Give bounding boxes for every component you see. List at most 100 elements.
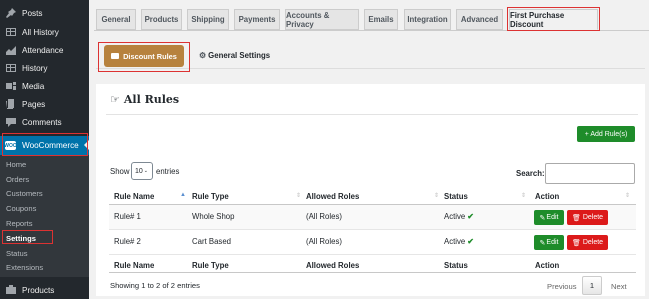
sidebar-item-pages[interactable]: Pages [0, 95, 89, 113]
rule-name-cell: Rule# 2 [114, 237, 141, 246]
sidebar-item-comments[interactable]: Comments [0, 113, 89, 131]
status-text: Active [444, 212, 466, 221]
subtabs-divider [96, 68, 645, 69]
entries-label: entries [156, 167, 180, 176]
edit-button[interactable]: ✎ Edit [534, 235, 564, 250]
sidebar-item-products[interactable]: Products [0, 281, 89, 299]
submenu-item-customers[interactable]: Customers [6, 189, 43, 198]
status-cell: Active ✔ [444, 212, 474, 221]
sort-icon[interactable]: ⇕ [296, 192, 301, 199]
tab-accounts-privacy[interactable]: Accounts & Privacy [285, 9, 359, 30]
sidebar-item-woocommerce[interactable]: WOO WooCommerce [0, 136, 89, 155]
column-header-rule-name[interactable]: Rule Name [114, 192, 154, 201]
table-icon [5, 27, 16, 38]
sort-icon[interactable]: ⇕ [434, 192, 439, 199]
chart-icon [5, 45, 16, 56]
rules-panel [96, 84, 645, 296]
page-title-text: All Rules [123, 93, 180, 106]
general-settings-link[interactable]: ⚙ General Settings [199, 51, 270, 60]
delete-label: Delete [582, 239, 604, 246]
sidebar-item-media[interactable]: Media [0, 77, 89, 95]
footer-header-rule-name: Rule Name [114, 261, 155, 270]
column-header-allowed-roles[interactable]: Allowed Roles [306, 192, 359, 201]
sidebar-item-history[interactable]: History [0, 59, 89, 77]
edit-label: Edit [546, 214, 559, 221]
chevron-down-icon: ⌄ [143, 168, 148, 174]
tab-emails[interactable]: Emails [364, 9, 398, 30]
admin-sidebar: Posts All History Attendance History Med… [0, 0, 89, 299]
active-arrow-icon [84, 140, 89, 150]
title-divider [106, 114, 638, 115]
rule-type-cell: Cart Based [192, 237, 232, 246]
submenu-item-extensions[interactable]: Extensions [6, 263, 43, 272]
footer-header-allowed-roles: Allowed Roles [306, 261, 360, 270]
row-divider [109, 254, 636, 255]
show-label: Show [110, 167, 130, 176]
status-text: Active [444, 237, 466, 246]
entries-value: 10 [135, 167, 143, 175]
rule-type-cell: Whole Shop [192, 212, 235, 221]
discount-rules-button[interactable]: Discount Rules [104, 45, 184, 67]
products-icon [5, 285, 16, 296]
sort-asc-icon[interactable]: ▲ [180, 192, 186, 198]
sort-icon[interactable]: ⇕ [521, 192, 526, 199]
add-rule-button[interactable]: + Add Rule(s) [577, 126, 635, 142]
footer-header-status: Status [444, 261, 468, 270]
delete-button[interactable]: 🗑 Delete [567, 235, 608, 250]
tab-advanced[interactable]: Advanced [456, 9, 503, 30]
sidebar-item-label: Posts [22, 8, 43, 18]
tab-integration[interactable]: Integration [404, 9, 451, 30]
footer-header-action: Action [535, 261, 560, 270]
search-label: Search: [516, 169, 545, 178]
table-footer-divider [109, 272, 636, 273]
page-1-button[interactable]: 1 [582, 276, 602, 295]
edit-icon: ✎ [539, 239, 546, 247]
delete-button[interactable]: 🗑 Delete [567, 210, 608, 225]
column-header-action[interactable]: Action [535, 192, 559, 201]
sidebar-item-label: All History [22, 27, 59, 37]
general-settings-label: General Settings [208, 51, 271, 60]
trash-icon: 🗑 [571, 214, 581, 222]
search-input[interactable] [545, 163, 635, 184]
trash-icon: 🗑 [571, 239, 581, 247]
submenu-item-status[interactable]: Status [6, 249, 28, 258]
next-page-button[interactable]: Next [611, 282, 627, 291]
column-header-status[interactable]: Status [444, 192, 468, 201]
edit-button[interactable]: ✎ Edit [534, 210, 564, 225]
sidebar-item-label: Pages [22, 99, 46, 109]
sidebar-item-attendance[interactable]: Attendance [0, 41, 89, 59]
briefcase-icon [111, 53, 120, 59]
sidebar-item-posts[interactable]: Posts [0, 4, 89, 22]
edit-icon: ✎ [539, 214, 546, 222]
tab-payments[interactable]: Payments [234, 9, 280, 30]
hand-pointer-icon: ☞ [110, 93, 120, 106]
submenu-item-reports[interactable]: Reports [6, 219, 33, 228]
check-icon: ✔ [467, 212, 474, 221]
edit-label: Edit [546, 239, 559, 246]
tab-products[interactable]: Products [141, 9, 182, 30]
tab-shipping[interactable]: Shipping [187, 9, 229, 30]
check-icon: ✔ [467, 237, 474, 246]
sidebar-item-label: Products [22, 285, 55, 295]
pages-icon [5, 99, 16, 110]
sidebar-item-all-history[interactable]: All History [0, 23, 89, 41]
allowed-roles-cell: (All Roles) [306, 212, 342, 221]
submenu-item-settings[interactable]: Settings [6, 234, 36, 243]
previous-page-button[interactable]: Previous [547, 282, 577, 291]
submenu-item-coupons[interactable]: Coupons [6, 204, 36, 213]
sidebar-item-label: WooCommerce [22, 141, 79, 150]
row-divider [109, 229, 636, 230]
submenu-item-home[interactable]: Home [6, 160, 26, 169]
tabs-divider [94, 30, 649, 31]
sort-icon[interactable]: ⇕ [625, 192, 630, 199]
woocommerce-submenu: Home Orders Customers Coupons Reports Se… [0, 155, 89, 277]
submenu-item-orders[interactable]: Orders [6, 175, 29, 184]
comment-icon [5, 117, 16, 128]
column-header-rule-type[interactable]: Rule Type [192, 192, 229, 201]
rule-name-cell: Rule# 1 [114, 212, 141, 221]
gears-icon: ⚙ [199, 51, 207, 60]
tab-first-purchase-discount[interactable]: First Purchase Discount [509, 9, 598, 30]
allowed-roles-cell: (All Roles) [306, 237, 342, 246]
tab-general[interactable]: General [96, 9, 136, 30]
entries-select[interactable]: 10 ⌄ [131, 162, 153, 180]
